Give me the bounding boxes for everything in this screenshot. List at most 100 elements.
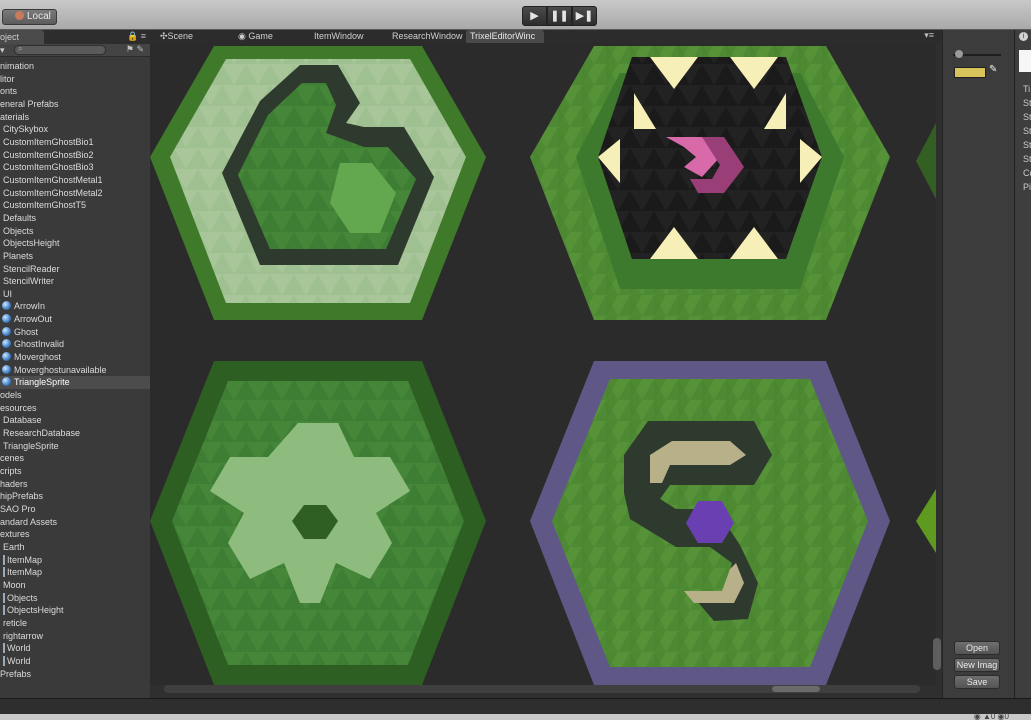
horizontal-scrollbar[interactable] — [164, 685, 920, 693]
trixel-hex-top-left[interactable] — [150, 46, 486, 320]
info-icon[interactable]: i — [1019, 32, 1028, 41]
tree-item[interactable]: StencilWriter — [0, 275, 150, 288]
tree-item-label: CustomItemGhostMetal1 — [3, 174, 103, 185]
tree-item-label: TriangleSprite — [14, 377, 70, 388]
tab-project-label: oject — [0, 32, 20, 42]
tree-item[interactable]: CustomItemGhostMetal2 — [0, 187, 150, 200]
trixel-hex-bottom-right[interactable] — [530, 361, 890, 685]
tree-item[interactable]: extures — [0, 528, 150, 541]
tree-item[interactable]: Planets — [0, 250, 150, 263]
tree-item[interactable]: GhostInvalid — [0, 338, 150, 351]
tree-item[interactable]: aterials — [0, 111, 150, 124]
tab-menu-icon[interactable]: ▾≡ — [924, 30, 934, 41]
tree-item[interactable]: cripts — [0, 465, 150, 478]
tree-item[interactable]: ItemMap — [0, 566, 150, 579]
tree-item[interactable]: odels — [0, 389, 150, 402]
tree-item[interactable]: World — [0, 642, 150, 655]
trixel-hex-top-right[interactable] — [530, 46, 890, 320]
project-search-input[interactable]: ⌕ — [14, 44, 106, 55]
tree-item-label: ItemMap — [7, 567, 43, 578]
tree-item[interactable]: Earth — [0, 541, 150, 554]
tab-game[interactable]: ◉ Game — [234, 30, 304, 43]
tree-item[interactable]: Moverghost — [0, 351, 150, 364]
console-counts-icon[interactable]: ◉ ▲0 ◉0 — [974, 712, 1009, 720]
color-swatch[interactable] — [954, 67, 986, 78]
partial-hex-right-top — [916, 123, 936, 199]
texture-icon — [3, 605, 5, 616]
tree-item[interactable]: CustomItemGhostBio3 — [0, 161, 150, 174]
tree-item[interactable]: Database — [0, 414, 150, 427]
tree-item[interactable]: ObjectsHeight — [0, 237, 150, 250]
tree-item-label: SAO Pro — [0, 503, 36, 514]
step-button[interactable]: ▶❚ — [572, 6, 597, 26]
horizontal-scrollbar-thumb[interactable] — [772, 686, 820, 692]
tree-item[interactable]: litor — [0, 73, 150, 86]
scene-icon: ✣ — [160, 31, 168, 41]
tree-item[interactable]: hipPrefabs — [0, 490, 150, 503]
tree-item[interactable]: cenes — [0, 452, 150, 465]
material-orb-icon — [2, 326, 11, 336]
open-button[interactable]: Open — [954, 641, 1000, 655]
filter-icon[interactable]: ⚑ ✎ — [126, 44, 144, 55]
pivot-local-toggle[interactable]: Local — [2, 9, 57, 25]
tree-item-label: odels — [0, 390, 22, 401]
tree-item[interactable]: ArrowIn — [0, 300, 150, 313]
tree-item-label: ArrowOut — [14, 314, 53, 325]
inspector-row: Co — [1023, 168, 1031, 178]
tree-item[interactable]: andard Assets — [0, 516, 150, 529]
lock-icon[interactable]: 🔒 ≡ — [127, 31, 146, 42]
tree-item[interactable]: Objects — [0, 225, 150, 238]
tree-item[interactable]: rightarrow — [0, 630, 150, 643]
tree-item[interactable]: SAO Pro — [0, 503, 150, 516]
tree-item[interactable]: Objects — [0, 592, 150, 605]
tree-item[interactable]: TriangleSprite — [0, 376, 150, 390]
trixel-hex-bottom-left[interactable] — [150, 361, 486, 685]
tree-item[interactable]: ItemMap — [0, 554, 150, 567]
pause-button[interactable]: ❚❚ — [547, 6, 572, 26]
tree-item[interactable]: nimation — [0, 60, 150, 73]
tree-item[interactable]: Moverghostunavailable — [0, 364, 150, 377]
tree-item-label: Prefabs — [0, 668, 32, 679]
play-button[interactable]: ▶ — [522, 6, 547, 26]
tree-item[interactable]: UI — [0, 288, 150, 301]
tree-item[interactable]: reticle — [0, 617, 150, 630]
vertical-scrollbar-thumb[interactable] — [933, 638, 941, 670]
tree-item-label: Defaults — [3, 212, 37, 223]
tree-item[interactable]: CustomItemGhostBio2 — [0, 149, 150, 162]
tree-item[interactable]: Moon — [0, 579, 150, 592]
step-icon: ▶❚ — [575, 10, 594, 22]
tree-item[interactable]: CustomItemGhostBio1 — [0, 136, 150, 149]
tab-scene[interactable]: ✣Scene — [156, 30, 226, 43]
project-tabbar: oject 🔒 ≡ — [0, 30, 150, 44]
tab-researchwindow[interactable]: ResearchWindow — [388, 30, 464, 43]
tree-item[interactable]: ObjectsHeight — [0, 604, 150, 617]
tree-item[interactable]: CitySkybox — [0, 123, 150, 136]
create-dropdown-icon[interactable]: ▾ — [0, 45, 5, 56]
tab-itemwindow[interactable]: ItemWindow — [310, 30, 384, 43]
tab-trixeleditor[interactable]: TrixelEditorWinc — [466, 30, 544, 43]
local-label: Local — [27, 11, 51, 22]
trixel-canvas[interactable] — [150, 43, 936, 685]
tab-project[interactable]: oject — [0, 30, 44, 44]
tree-item[interactable]: Defaults — [0, 212, 150, 225]
tree-item[interactable]: StencilReader — [0, 263, 150, 276]
tree-item[interactable]: World — [0, 655, 150, 668]
texture-icon — [3, 554, 5, 565]
tree-item[interactable]: CustomItemGhostMetal1 — [0, 174, 150, 187]
tree-item[interactable]: eneral Prefabs — [0, 98, 150, 111]
tree-item-label: ArrowIn — [14, 301, 46, 312]
tree-item[interactable]: Ghost — [0, 326, 150, 339]
tree-item-label: reticle — [3, 617, 28, 628]
tree-item[interactable]: haders — [0, 478, 150, 491]
tree-item[interactable]: ArrowOut — [0, 313, 150, 326]
new-image-button[interactable]: New Imag — [954, 658, 1000, 672]
tree-item[interactable]: Prefabs — [0, 668, 150, 681]
brush-icon[interactable]: ✎ — [989, 64, 997, 75]
tree-item[interactable]: ResearchDatabase — [0, 427, 150, 440]
tree-item[interactable]: onts — [0, 85, 150, 98]
save-button[interactable]: Save — [954, 675, 1000, 689]
tree-item[interactable]: CustomItemGhostT5 — [0, 199, 150, 212]
zoom-slider-knob[interactable] — [955, 50, 963, 58]
tree-item[interactable]: TriangleSprite — [0, 440, 150, 453]
tree-item[interactable]: esources — [0, 402, 150, 415]
